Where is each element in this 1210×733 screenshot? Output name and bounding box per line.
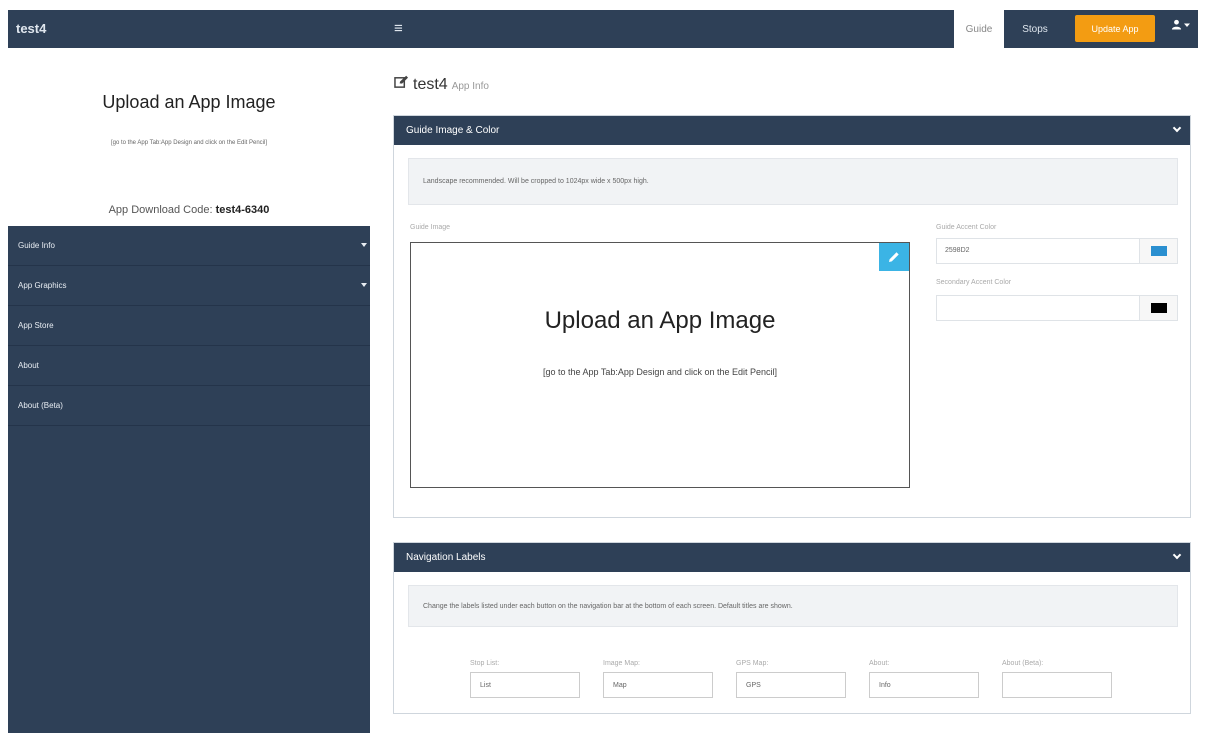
- sidebar-nav: Guide Info App Graphics App Store About …: [8, 226, 370, 733]
- top-navbar: test4 ≡ Guide Stops Update App: [8, 10, 1198, 48]
- sidebar-upload-hint: [go to the App Tab:App Design and click …: [111, 140, 267, 146]
- nav-label-image-map: Image Map: Map: [603, 660, 713, 698]
- navigation-labels-note: Change the labels listed under each butt…: [408, 585, 1178, 627]
- guide-accent-color-picker[interactable]: [1139, 239, 1177, 263]
- sidebar-item-about-beta[interactable]: About (Beta): [8, 386, 370, 426]
- brand-name[interactable]: test4: [16, 21, 46, 36]
- nav-label-about: About: Info: [869, 660, 979, 698]
- color-swatch: [1150, 246, 1167, 256]
- sidebar-item-label: App Store: [18, 321, 54, 330]
- sidebar-item-label: About (Beta): [18, 401, 63, 410]
- secondary-accent-color-picker[interactable]: [1139, 296, 1177, 320]
- nav-label-about-beta: About (Beta):: [1002, 660, 1112, 698]
- nav-label-field-label: Stop List:: [470, 660, 500, 667]
- tab-stops[interactable]: Stops: [1012, 10, 1058, 48]
- sidebar-upload-title: Upload an App Image: [102, 92, 276, 112]
- chevron-down-icon[interactable]: [1172, 123, 1182, 133]
- caret-down-icon: [1184, 23, 1190, 27]
- sidebar-item-app-store[interactable]: App Store: [8, 306, 370, 346]
- sidebar-item-app-graphics[interactable]: App Graphics: [8, 266, 370, 306]
- panel-heading: Navigation Labels: [406, 552, 486, 563]
- about-label-input[interactable]: Info: [869, 672, 979, 698]
- user-icon: [1171, 19, 1182, 30]
- edit-icon: [394, 75, 409, 88]
- nav-label-stop-list: Stop List: List: [470, 660, 580, 698]
- guide-image-preview: Upload an App Image [go to the App Tab:A…: [410, 242, 910, 488]
- sidebar-item-label: Guide Info: [18, 241, 55, 250]
- image-upload-hint: [go to the App Tab:App Design and click …: [543, 367, 777, 377]
- tab-guide[interactable]: Guide: [954, 10, 1004, 48]
- chevron-down-icon[interactable]: [1172, 550, 1182, 560]
- edit-image-button[interactable]: [879, 243, 909, 271]
- sidebar-item-guide-info[interactable]: Guide Info: [8, 226, 370, 266]
- sidebar-item-label: About: [18, 361, 39, 370]
- guide-image-panel-header[interactable]: Guide Image & Color: [394, 116, 1190, 145]
- caret-down-icon: [361, 283, 367, 287]
- app-download-code: App Download Code: test4-6340: [8, 204, 370, 216]
- navigation-labels-panel-header[interactable]: Navigation Labels: [394, 543, 1190, 572]
- nav-label-field-label: GPS Map:: [736, 660, 769, 667]
- page-title: test4 App Info: [394, 75, 489, 94]
- secondary-accent-color-label: Secondary Accent Color: [936, 279, 1012, 286]
- about-beta-label-input[interactable]: [1002, 672, 1112, 698]
- gps-map-label-input[interactable]: GPS: [736, 672, 846, 698]
- guide-image-panel: Guide Image & Color Landscape recommende…: [393, 115, 1191, 518]
- nav-label-field-label: Image Map:: [603, 660, 640, 667]
- guide-image-label: Guide Image: [410, 224, 451, 231]
- guide-accent-color-label: Guide Accent Color: [936, 224, 997, 231]
- page-subtitle: App Info: [451, 81, 489, 92]
- sidebar-app-image: Upload an App Image [go to the App Tab:A…: [8, 48, 370, 226]
- nav-label-field-label: About:: [869, 660, 890, 667]
- stop-list-label-input[interactable]: List: [470, 672, 580, 698]
- sidebar-item-about[interactable]: About: [8, 346, 370, 386]
- secondary-accent-color-input[interactable]: [936, 295, 1178, 321]
- color-swatch: [1150, 303, 1167, 313]
- image-upload-title: Upload an App Image: [544, 307, 776, 334]
- navigation-labels-panel: Navigation Labels Change the labels list…: [393, 542, 1191, 714]
- hamburger-icon[interactable]: ≡: [394, 20, 403, 37]
- image-note: Landscape recommended. Will be cropped t…: [408, 158, 1178, 205]
- pencil-icon: [889, 252, 899, 262]
- nav-label-gps-map: GPS Map: GPS: [736, 660, 846, 698]
- user-menu[interactable]: [1171, 19, 1190, 30]
- panel-heading: Guide Image & Color: [406, 125, 500, 136]
- update-app-button[interactable]: Update App: [1075, 15, 1155, 42]
- image-map-label-input[interactable]: Map: [603, 672, 713, 698]
- guide-accent-color-input[interactable]: 2598D2: [936, 238, 1178, 264]
- nav-label-field-label: About (Beta):: [1002, 660, 1044, 667]
- caret-down-icon: [361, 243, 367, 247]
- app-download-code-label: App Download Code:: [108, 204, 213, 216]
- sidebar-item-label: App Graphics: [18, 281, 67, 290]
- app-download-code-value: test4-6340: [215, 204, 270, 216]
- guide-accent-color-value: 2598D2: [945, 247, 970, 254]
- page-title-text: test4: [413, 76, 448, 93]
